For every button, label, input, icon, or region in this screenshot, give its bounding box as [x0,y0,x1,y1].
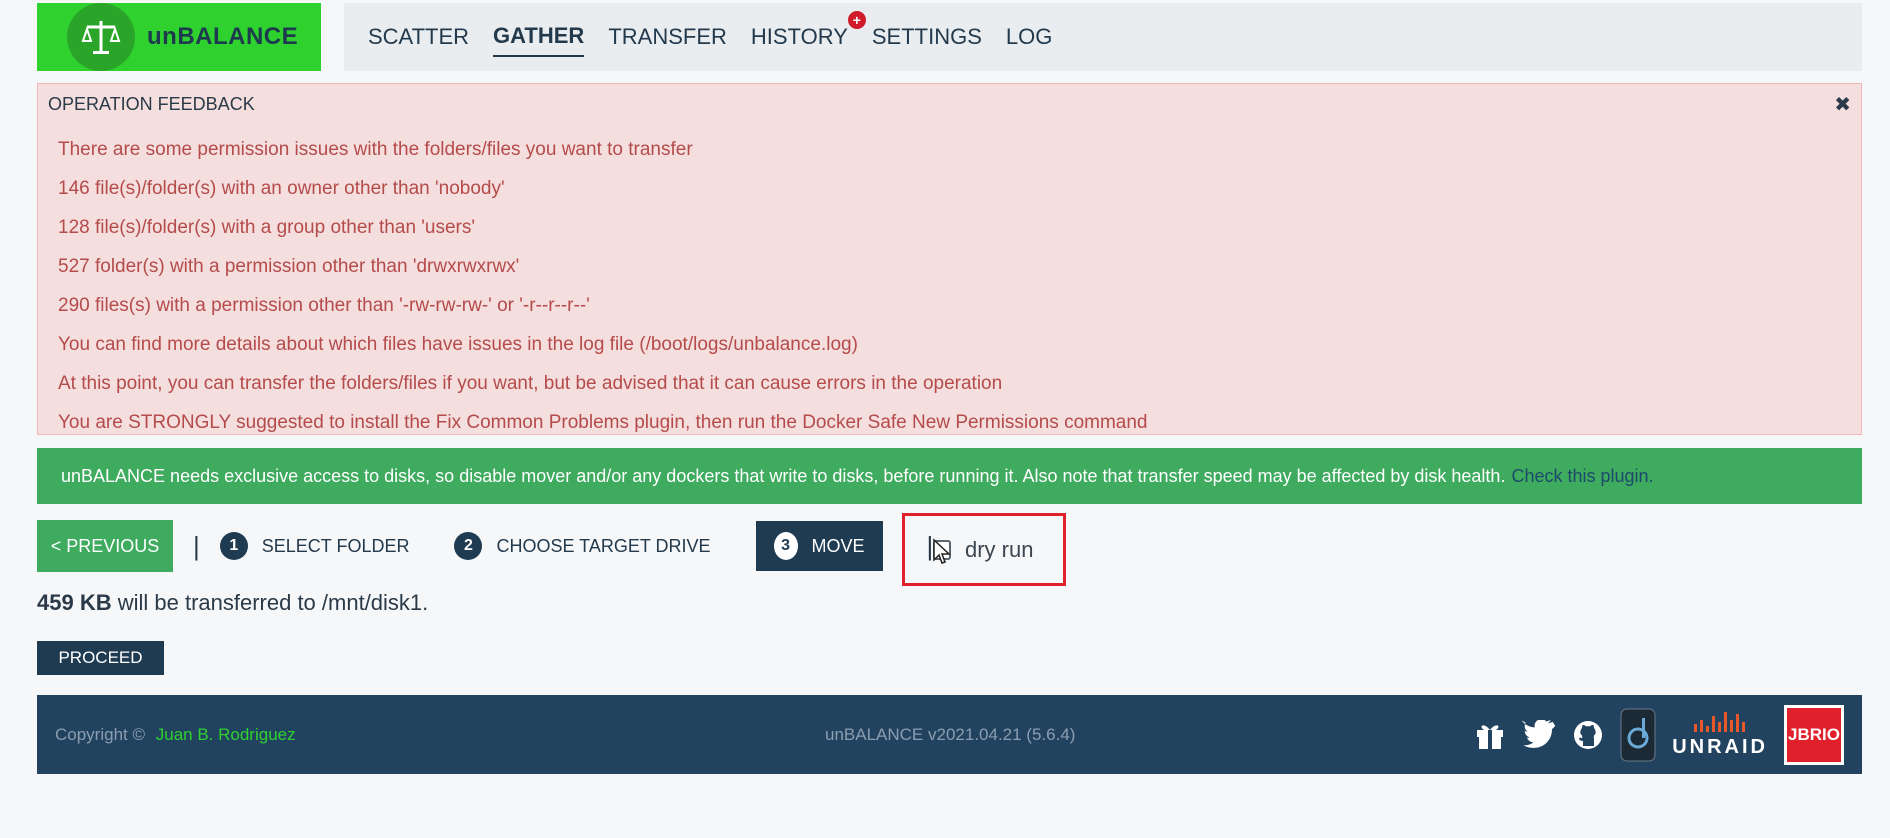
jbrio-logo[interactable]: JBRIO [1784,704,1844,765]
dry-run-label[interactable]: dry run [965,537,1033,563]
nav-settings[interactable]: SETTINGS [872,17,982,57]
unraid-logo[interactable]: UNRAID [1672,710,1768,759]
copyright-label: Copyright © [55,724,146,744]
transfer-text: will be transferred to /mnt/disk1. [111,590,429,615]
github-icon[interactable] [1572,719,1604,751]
author-link[interactable]: Juan B. Rodriguez [156,725,296,744]
app-icon[interactable] [1620,708,1656,762]
feedback-title: OPERATION FEEDBACK [48,94,255,114]
step-choose-target-drive: 2 CHOOSE TARGET DRIVE [454,521,711,571]
nav-scatter[interactable]: SCATTER [368,17,469,57]
transfer-summary: 459 KB will be transferred to /mnt/disk1… [37,590,428,616]
feedback-line: 290 files(s) with a permission other tha… [58,295,590,316]
main-nav: SCATTER GATHER TRANSFER HISTORY + SETTIN… [344,3,1862,71]
unraid-label: UNRAID [1672,736,1768,758]
nav-history-label: HISTORY [750,24,848,49]
plus-badge-icon: + [847,11,866,29]
copyright: Copyright © Juan B. Rodriguez [55,725,296,745]
step-label: SELECT FOLDER [261,535,410,556]
nav-transfer[interactable]: TRANSFER [608,17,727,57]
step-move: 3 MOVE [755,521,883,571]
feedback-line: You can find more details about which fi… [58,334,858,355]
step-select-folder: 1 SELECT FOLDER [219,521,410,571]
step-number: 2 [454,532,483,560]
scales-icon [67,3,135,71]
dry-run-highlight: dry run [902,513,1066,586]
previous-button[interactable]: < PREVIOUS [37,520,173,572]
disk-access-notice: unBALANCE needs exclusive access to disk… [37,448,1862,504]
footer-icons: UNRAID JBRIO [1458,695,1844,774]
gift-icon[interactable] [1474,720,1506,750]
step-number: 1 [219,532,248,560]
step-label: CHOOSE TARGET DRIVE [496,535,711,556]
feedback-line: 527 folder(s) with a permission other th… [58,256,520,277]
nav-gather[interactable]: GATHER [493,17,585,57]
footer: Copyright © Juan B. Rodriguez unBALANCE … [37,695,1862,774]
feedback-line: 128 file(s)/folder(s) with a group other… [58,217,476,238]
version-text: unBALANCE v2021.04.21 (5.6.4) [825,724,1076,744]
step-label: MOVE [811,535,865,556]
step-number: 3 [773,532,798,560]
brand-name: unBALANCE [147,23,299,50]
mouse-cursor-icon [932,538,952,571]
feedback-line: 146 file(s)/folder(s) with an owner othe… [58,178,505,199]
operation-feedback-panel: OPERATION FEEDBACK ✖ There are some perm… [37,83,1862,435]
notice-text: unBALANCE needs exclusive access to disk… [61,465,1506,486]
check-plugin-link[interactable]: Check this plugin. [1511,466,1653,487]
wizard-steps: < PREVIOUS | 1 SELECT FOLDER 2 CHOOSE TA… [37,520,953,572]
nav-history[interactable]: HISTORY + [750,11,866,57]
feedback-line: There are some permission issues with th… [58,139,693,160]
proceed-button[interactable]: PROCEED [37,641,164,675]
app-logo[interactable]: unBALANCE [37,3,321,71]
feedback-line: At this point, you can transfer the fold… [58,373,1003,394]
transfer-size: 459 KB [37,590,112,615]
feedback-line: You are STRONGLY suggested to install th… [58,412,1148,433]
divider: | [193,530,200,561]
feedback-list: There are some permission issues with th… [58,130,1148,442]
nav-log[interactable]: LOG [1006,17,1052,57]
twitter-icon[interactable] [1522,719,1556,750]
close-icon[interactable]: ✖ [1834,92,1851,117]
